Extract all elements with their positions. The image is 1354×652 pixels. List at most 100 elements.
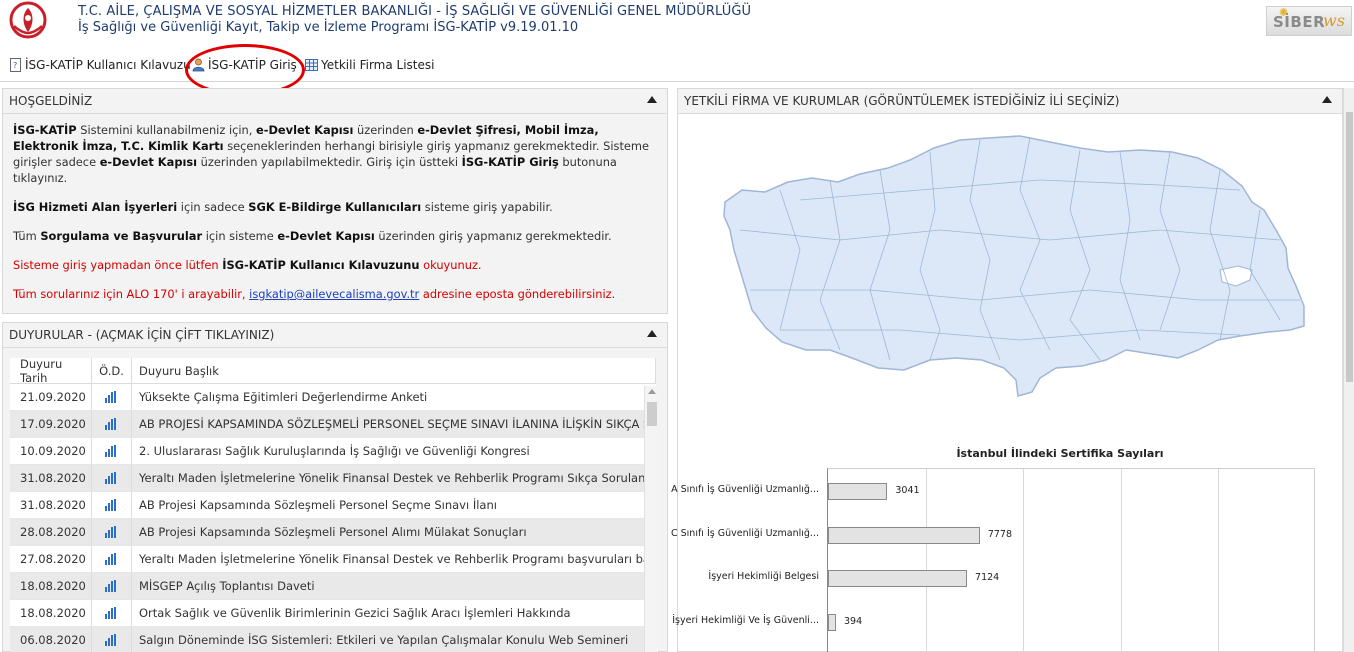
- row-date: 28.08.2020: [10, 519, 92, 545]
- row-title: Ortak Sağlık ve Güvenlik Birimlerinin Ge…: [139, 606, 571, 620]
- scroll-up-icon[interactable]: [648, 389, 656, 394]
- row-od[interactable]: [92, 573, 132, 599]
- table-row[interactable]: 27.08.2020 Yeraltı Maden İşletmelerine Yö…: [10, 546, 656, 573]
- table-row[interactable]: 21.09.2020 Yüksekte Çalışma Eğitimleri De…: [10, 384, 656, 411]
- program-title: İş Sağlığı ve Güvenliği Kayıt, Takip ve …: [78, 20, 579, 35]
- welcome-paragraph-4: Sisteme giriş yapmadan önce lütfen İSG-K…: [13, 258, 482, 272]
- announcements-title: DUYURULAR - (AÇMAK İÇİN ÇİFT TIKLAYINIZ): [9, 328, 275, 342]
- row-title: Yeraltı Maden İşletmelerine Yönelik Fina…: [139, 471, 656, 485]
- chart-data-label: 3041: [895, 485, 920, 496]
- bar-chart-icon[interactable]: [105, 418, 118, 430]
- row-od[interactable]: [92, 600, 132, 626]
- row-date: 31.08.2020: [10, 492, 92, 518]
- table-row[interactable]: 10.09.2020 2. Uluslararası Sağlık Kuruluş…: [10, 438, 656, 465]
- row-date: 06.08.2020: [10, 627, 92, 652]
- chart-bar[interactable]: [828, 483, 888, 500]
- welcome-paragraph-2: İSG Hizmeti Alan İşyerleri için sadece S…: [13, 200, 553, 214]
- row-od[interactable]: [92, 411, 132, 437]
- ministry-logo: [9, 1, 47, 39]
- column-title[interactable]: Duyuru Başlık: [132, 358, 656, 383]
- collapse-icon[interactable]: [647, 96, 657, 103]
- collapse-icon[interactable]: [647, 330, 657, 337]
- chart-category-label: İşyeri Hekimliği Ve İş Güvenli...: [672, 614, 819, 626]
- svg-text:?: ?: [13, 61, 17, 70]
- chart-data-label: 7124: [975, 572, 1000, 583]
- row-title: MİSGEP Açılış Toplantısı Daveti: [139, 579, 315, 593]
- bar-chart: 3041 7778 7124 394: [827, 468, 1315, 652]
- chart-bar[interactable]: [828, 570, 968, 587]
- chart-category-label: İşyeri Hekimliği Belgesi: [708, 571, 819, 582]
- table-row[interactable]: 31.08.2020 Yeraltı Maden İşletmelerine Yö…: [10, 465, 656, 492]
- row-title: AB Projesi Kapsamında Sözleşmeli Persone…: [139, 498, 497, 512]
- bar-chart-icon[interactable]: [105, 499, 118, 511]
- chart-title: İstanbul İlindeki Sertifika Sayıları: [956, 447, 1164, 460]
- page-scrollbar-thumb[interactable]: [1346, 112, 1353, 382]
- table-row[interactable]: 18.08.2020 Ortak Sağlık ve Güvenlik Birim…: [10, 600, 656, 627]
- welcome-body: İSG-KATİP Sistemini kullanabilmeniz için…: [3, 114, 667, 323]
- chart-bar[interactable]: [828, 613, 836, 631]
- bar-chart-icon[interactable]: [105, 445, 118, 457]
- table-row[interactable]: 18.08.2020 MİSGEP Açılış Toplantısı Davet…: [10, 573, 656, 600]
- announcements-scrollbar[interactable]: [644, 386, 658, 652]
- bar-chart-icon[interactable]: [105, 553, 118, 565]
- row-date: 21.09.2020: [10, 384, 92, 410]
- user-guide-label: İSG-KATİP Kullanıcı Kılavuzu: [25, 58, 191, 72]
- bar-chart-icon[interactable]: [105, 526, 118, 538]
- row-od[interactable]: [92, 546, 132, 572]
- row-od[interactable]: [92, 438, 132, 464]
- row-date: 17.09.2020: [10, 411, 92, 437]
- row-title: Salgın Döneminde İSG Sistemleri: Etkiler…: [139, 633, 629, 647]
- chart-gridline: [925, 469, 927, 652]
- map-header: YETKİLİ FİRMA VE KURUMLAR (GÖRÜNTÜLEMEK …: [678, 89, 1342, 114]
- collapse-icon[interactable]: [1322, 96, 1332, 103]
- row-title: Yüksekte Çalışma Eğitimleri Değerlendirm…: [139, 390, 428, 404]
- authorized-firms-button[interactable]: Yetkili Firma Listesi: [305, 58, 434, 72]
- turkey-map[interactable]: [720, 130, 1310, 400]
- table-row[interactable]: 31.08.2020 AB Projesi Kapsamında Sözleşme…: [10, 492, 656, 519]
- ministry-title: T.C. AİLE, ÇALIŞMA VE SOSYAL HİZMETLER B…: [78, 4, 752, 19]
- app-header: T.C. AİLE, ÇALIŞMA VE SOSYAL HİZMETLER B…: [0, 0, 1354, 44]
- row-date: 18.08.2020: [10, 600, 92, 626]
- page-scrollbar[interactable]: [1343, 88, 1354, 652]
- row-date: 31.08.2020: [10, 465, 92, 491]
- welcome-paragraph-5: Tüm sorularınız için ALO 170' i arayabil…: [13, 287, 616, 301]
- column-date[interactable]: Duyuru Tarih: [10, 358, 92, 385]
- row-od[interactable]: [92, 627, 132, 652]
- welcome-paragraph-1: İSG-KATİP Sistemini kullanabilmeniz için…: [13, 123, 650, 185]
- row-title: AB Projesi Kapsamında Sözleşmeli Persone…: [139, 525, 527, 539]
- table-row[interactable]: 17.09.2020 AB PROJESİ KAPSAMINDA SÖZLEŞME…: [10, 411, 656, 438]
- table-row[interactable]: 06.08.2020 Salgın Döneminde İSG Sistemler…: [10, 627, 656, 652]
- bar-chart-icon[interactable]: [105, 607, 118, 619]
- bar-chart-icon[interactable]: [105, 391, 118, 403]
- row-date: 27.08.2020: [10, 546, 92, 572]
- welcome-header: HOŞGELDİNİZ: [3, 89, 667, 114]
- row-od[interactable]: [92, 519, 132, 545]
- bar-chart-icon[interactable]: [105, 580, 118, 592]
- row-date: 10.09.2020: [10, 438, 92, 464]
- welcome-paragraph-3: Tüm Sorgulama ve Başvurular için sisteme…: [13, 229, 612, 243]
- firms-label: Yetkili Firma Listesi: [321, 58, 435, 72]
- row-title: Yeraltı Maden İşletmelerine Yönelik Fina…: [139, 552, 656, 566]
- scrollbar-thumb[interactable]: [647, 402, 657, 426]
- row-od[interactable]: [92, 492, 132, 518]
- siberws-logo: ✺ SİBER ws: [1266, 6, 1352, 36]
- email-link[interactable]: isgkatip@ailevecalisma.gov.tr: [249, 287, 419, 301]
- welcome-panel: HOŞGELDİNİZ İSG-KATİP Sistemini kullanab…: [2, 88, 668, 314]
- chart-bar[interactable]: [828, 526, 980, 544]
- column-od[interactable]: Ö.D.: [92, 358, 132, 383]
- document-help-icon: ?: [10, 58, 21, 72]
- user-guide-button[interactable]: ? İSG-KATİP Kullanıcı Kılavuzu: [9, 58, 191, 72]
- announcements-header: DUYURULAR - (AÇMAK İÇİN ÇİFT TIKLAYINIZ): [3, 323, 667, 348]
- guide-link[interactable]: İSG-KATİP Kullanıcı Kılavuzunu: [222, 258, 419, 272]
- row-od[interactable]: [92, 465, 132, 491]
- table-row[interactable]: 28.08.2020 AB Projesi Kapsamında Sözleşme…: [10, 519, 656, 546]
- chart-gridline: [1218, 469, 1220, 652]
- row-od[interactable]: [92, 384, 132, 410]
- announcements-table: Duyuru Tarih Ö.D. Duyuru Başlık 21.09.20…: [10, 358, 656, 652]
- row-title: 2. Uluslararası Sağlık Kuruluşlarında İş…: [139, 444, 530, 458]
- bar-chart-icon[interactable]: [105, 472, 118, 484]
- table-header: Duyuru Tarih Ö.D. Duyuru Başlık: [10, 358, 656, 385]
- table-body: 21.09.2020 Yüksekte Çalışma Eğitimleri De…: [10, 384, 656, 652]
- bar-chart-icon[interactable]: [105, 634, 118, 646]
- chart-data-label: 7778: [987, 528, 1012, 540]
